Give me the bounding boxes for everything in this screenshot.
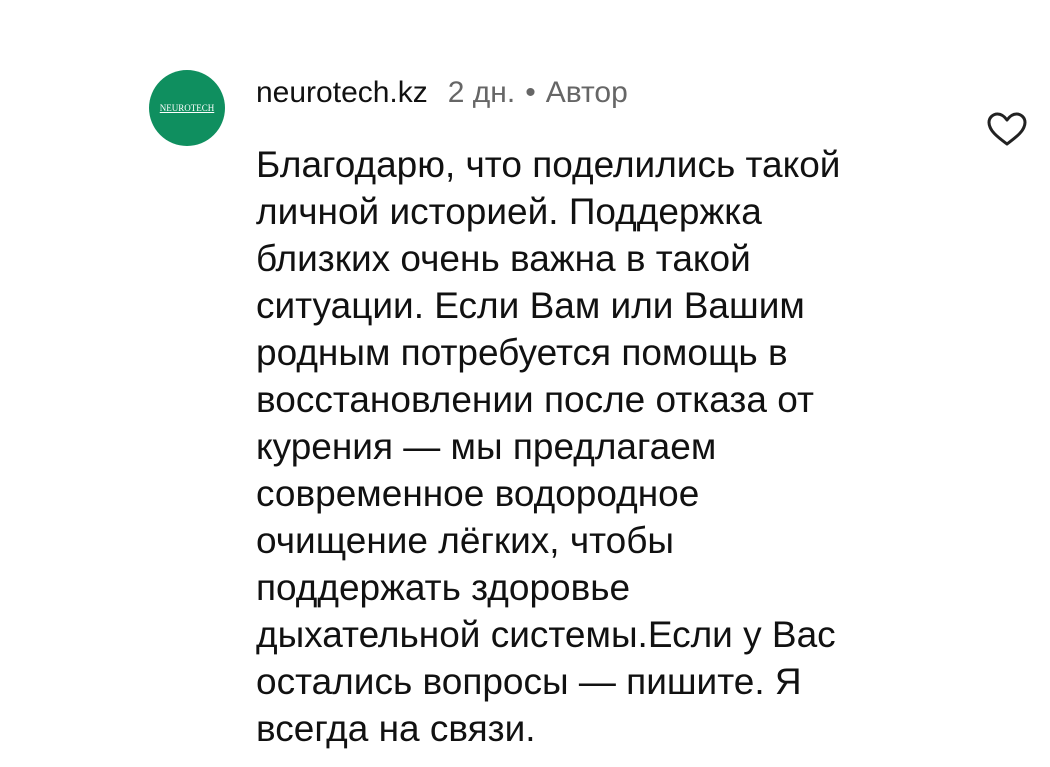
like-button[interactable] — [984, 109, 1030, 149]
meta-separator: • — [525, 76, 536, 109]
username-link[interactable]: neurotech.kz — [256, 76, 428, 110]
comment-text: Благодарю, что поделились такой личной и… — [256, 144, 841, 749]
comment: NEUROTECH neurotech.kz 2 дн. • Автор Бла… — [0, 0, 1050, 767]
avatar[interactable]: NEUROTECH — [149, 70, 225, 146]
comment-meta: neurotech.kz 2 дн. • Автор — [256, 70, 628, 116]
heart-outline-icon — [987, 112, 1027, 146]
avatar-logo-text: NEUROTECH — [159, 103, 215, 113]
timestamp: 2 дн. — [447, 76, 516, 109]
author-badge: Автор — [545, 76, 628, 109]
